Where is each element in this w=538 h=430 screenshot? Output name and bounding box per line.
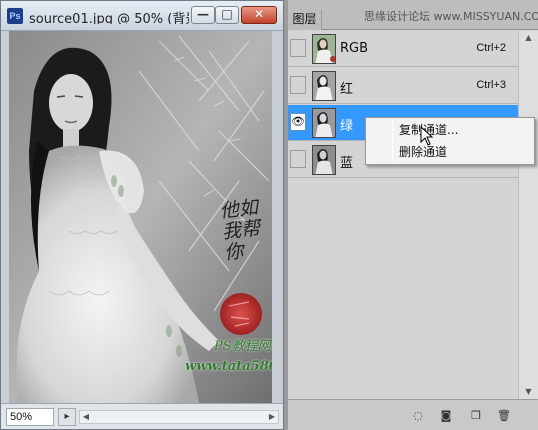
watermark-brand: PS教程网 bbox=[214, 339, 271, 354]
zoom-level-field[interactable]: 50% bbox=[6, 408, 54, 426]
panel-vertical-scrollbar[interactable]: ▲ ▼ bbox=[518, 31, 538, 399]
status-menu-button[interactable]: ▸ bbox=[58, 408, 76, 426]
watermark-url: www.tata580.com bbox=[185, 359, 272, 374]
image-canvas[interactable]: 他如我帮你 PS教程网 www.tata580.com bbox=[9, 31, 272, 403]
panel-footer: ◌ ◙ ❐ 🗑 bbox=[288, 399, 538, 430]
channel-shortcut: Ctrl+3 bbox=[476, 79, 506, 91]
panel-tab-bar: 图层 通道 思缘设计论坛 www.MISSYUAN.COM bbox=[288, 0, 538, 52]
screen: Ps source01.jpg @ 50% (背景... — □ ✕ bbox=[0, 0, 538, 430]
photoshop-app-icon: Ps bbox=[7, 8, 23, 24]
close-button[interactable]: ✕ bbox=[241, 6, 277, 24]
triangle-right-icon: ▸ bbox=[64, 411, 70, 422]
close-icon: ✕ bbox=[253, 7, 265, 21]
menu-item-delete-channel[interactable]: 删除通道 bbox=[369, 142, 531, 162]
mouse-cursor-icon bbox=[420, 126, 434, 146]
menu-item-duplicate-channel[interactable]: 复制通道... bbox=[369, 120, 531, 140]
eye-icon: 👁 bbox=[291, 115, 305, 128]
channel-name: 蓝 bbox=[340, 156, 354, 171]
maximize-icon: □ bbox=[221, 7, 233, 21]
channel-row-red[interactable]: 红 Ctrl+3 bbox=[288, 68, 518, 104]
channels-panel: 图层 通道 思缘设计论坛 www.MISSYUAN.COM RGB bbox=[288, 0, 538, 430]
channel-name: 红 bbox=[340, 82, 354, 97]
minimize-icon: — bbox=[197, 7, 209, 21]
scroll-left-icon[interactable]: ◀ bbox=[80, 411, 92, 423]
channel-name: 绿 bbox=[340, 119, 354, 134]
channel-row-rgb[interactable]: RGB Ctrl+2 bbox=[288, 31, 518, 67]
channel-context-menu: 复制通道... 删除通道 bbox=[365, 117, 535, 165]
horizontal-scrollbar[interactable]: ◀ ▶ bbox=[79, 410, 279, 424]
channel-thumbnail bbox=[312, 71, 336, 101]
delete-channel-icon[interactable]: 🗑 bbox=[496, 408, 512, 424]
scroll-up-icon[interactable]: ▲ bbox=[519, 31, 538, 45]
visibility-toggle[interactable] bbox=[290, 39, 306, 57]
site-watermark: 思缘设计论坛 www.MISSYUAN.COM bbox=[364, 10, 538, 23]
visibility-toggle[interactable]: 👁 bbox=[290, 113, 306, 131]
channel-name: RGB bbox=[340, 41, 369, 56]
visibility-toggle[interactable] bbox=[290, 150, 306, 168]
tab-layers[interactable]: 图层 bbox=[288, 10, 322, 30]
visibility-toggle[interactable] bbox=[290, 76, 306, 94]
channel-thumbnail bbox=[312, 34, 336, 64]
document-window: Ps source01.jpg @ 50% (背景... — □ ✕ bbox=[0, 0, 284, 430]
scroll-down-icon[interactable]: ▼ bbox=[519, 385, 538, 399]
minimize-button[interactable]: — bbox=[191, 6, 215, 24]
channel-thumbnail bbox=[312, 108, 336, 138]
new-channel-icon[interactable]: ❐ bbox=[468, 408, 484, 424]
document-title: source01.jpg @ 50% (背景... bbox=[29, 12, 189, 24]
save-selection-icon[interactable]: ◙ bbox=[438, 408, 454, 424]
maximize-button[interactable]: □ bbox=[215, 6, 239, 24]
channel-shortcut: Ctrl+2 bbox=[476, 42, 506, 54]
document-titlebar[interactable]: Ps source01.jpg @ 50% (背景... — □ ✕ bbox=[1, 1, 283, 31]
channel-thumbnail bbox=[312, 145, 336, 175]
scroll-right-icon[interactable]: ▶ bbox=[266, 411, 278, 423]
document-statusbar: 50% ▸ ◀ ▶ bbox=[1, 403, 283, 429]
load-selection-icon[interactable]: ◌ bbox=[410, 408, 426, 424]
